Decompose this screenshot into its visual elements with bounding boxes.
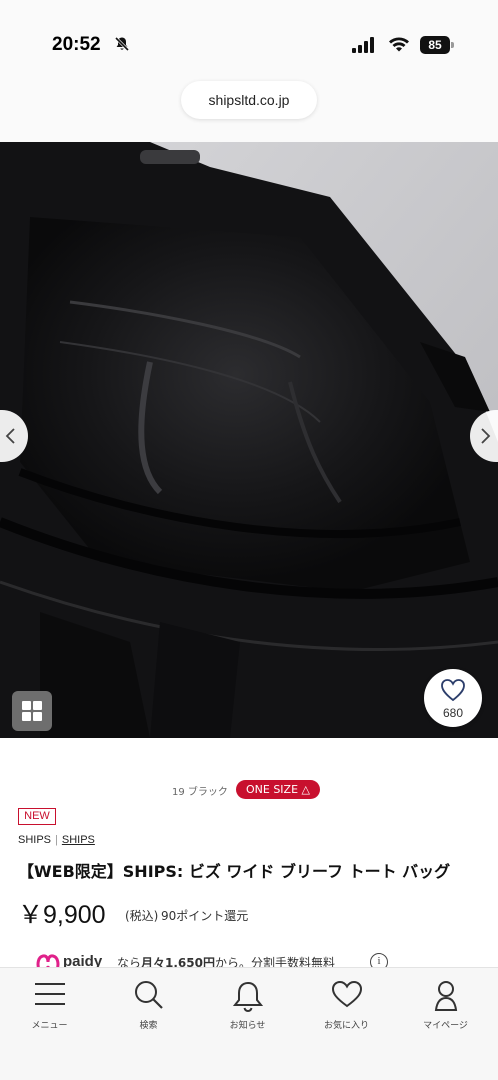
- tab-bar: メニュー 検索 お知らせ お気に入り マイページ: [0, 967, 498, 1080]
- url-field[interactable]: shipsltd.co.jp: [181, 81, 317, 119]
- tab-label: 検索: [139, 1021, 158, 1031]
- favorite-button[interactable]: 680: [424, 669, 482, 727]
- status-bar: 20:52 85: [0, 0, 498, 70]
- brand-name: SHIPS: [18, 834, 52, 846]
- battery-level: 85: [420, 36, 450, 54]
- search-icon: [135, 981, 163, 1009]
- battery-indicator: 85: [420, 36, 454, 54]
- product-title: 【WEB限定】SHIPS: ビズ ワイド ブリーフ トート バッグ: [18, 862, 451, 881]
- product-image[interactable]: [0, 142, 498, 738]
- product-price: ￥9,900: [18, 901, 106, 929]
- tax-note: (税込): [125, 909, 159, 923]
- grid-icon: [33, 712, 42, 721]
- grid-icon: [22, 701, 31, 710]
- grid-icon: [33, 701, 42, 710]
- variant-color: 19 ブラック: [172, 787, 228, 798]
- menu-icon: [35, 983, 65, 1005]
- brand-row: SHIPS | SHIPS: [18, 834, 95, 846]
- battery-tip: [451, 42, 454, 48]
- grid-icon: [22, 712, 31, 721]
- tab-label: メニュー: [31, 1021, 68, 1031]
- brand-link[interactable]: SHIPS: [62, 834, 95, 846]
- tab-search[interactable]: 検索: [99, 968, 198, 1048]
- tab-label: お知らせ: [229, 1021, 266, 1031]
- size-badge[interactable]: ONE SIZE △: [236, 780, 320, 799]
- tab-label: マイページ: [423, 1021, 468, 1031]
- signal-icon: [352, 37, 378, 57]
- tab-mypage[interactable]: マイページ: [396, 968, 495, 1048]
- tab-label: お気に入り: [323, 1021, 369, 1031]
- variant-row: 19 ブラック ONE SIZE △: [0, 780, 498, 800]
- wifi-icon: [388, 35, 410, 57]
- grid-view-button[interactable]: [12, 691, 52, 731]
- chevron-left-icon: [5, 428, 15, 444]
- bag-photo: [0, 142, 498, 738]
- favorite-count: 680: [442, 706, 464, 720]
- browser-bar: shipsltd.co.jp: [0, 70, 498, 142]
- tab-favorites[interactable]: お気に入り: [297, 968, 396, 1048]
- person-icon: [434, 981, 458, 1011]
- bell-icon: [232, 981, 264, 1012]
- heart-icon: [441, 679, 465, 702]
- new-badge: NEW: [18, 808, 56, 825]
- bell-off-icon: [114, 36, 130, 56]
- chevron-right-icon: [481, 428, 491, 444]
- tab-notifications[interactable]: お知らせ: [198, 968, 297, 1048]
- tab-menu[interactable]: メニュー: [0, 968, 99, 1048]
- points-note: 90ポイント還元: [161, 909, 249, 923]
- brand-separator: |: [55, 834, 58, 846]
- heart-icon: [331, 980, 363, 1008]
- status-time: 20:52: [52, 34, 101, 55]
